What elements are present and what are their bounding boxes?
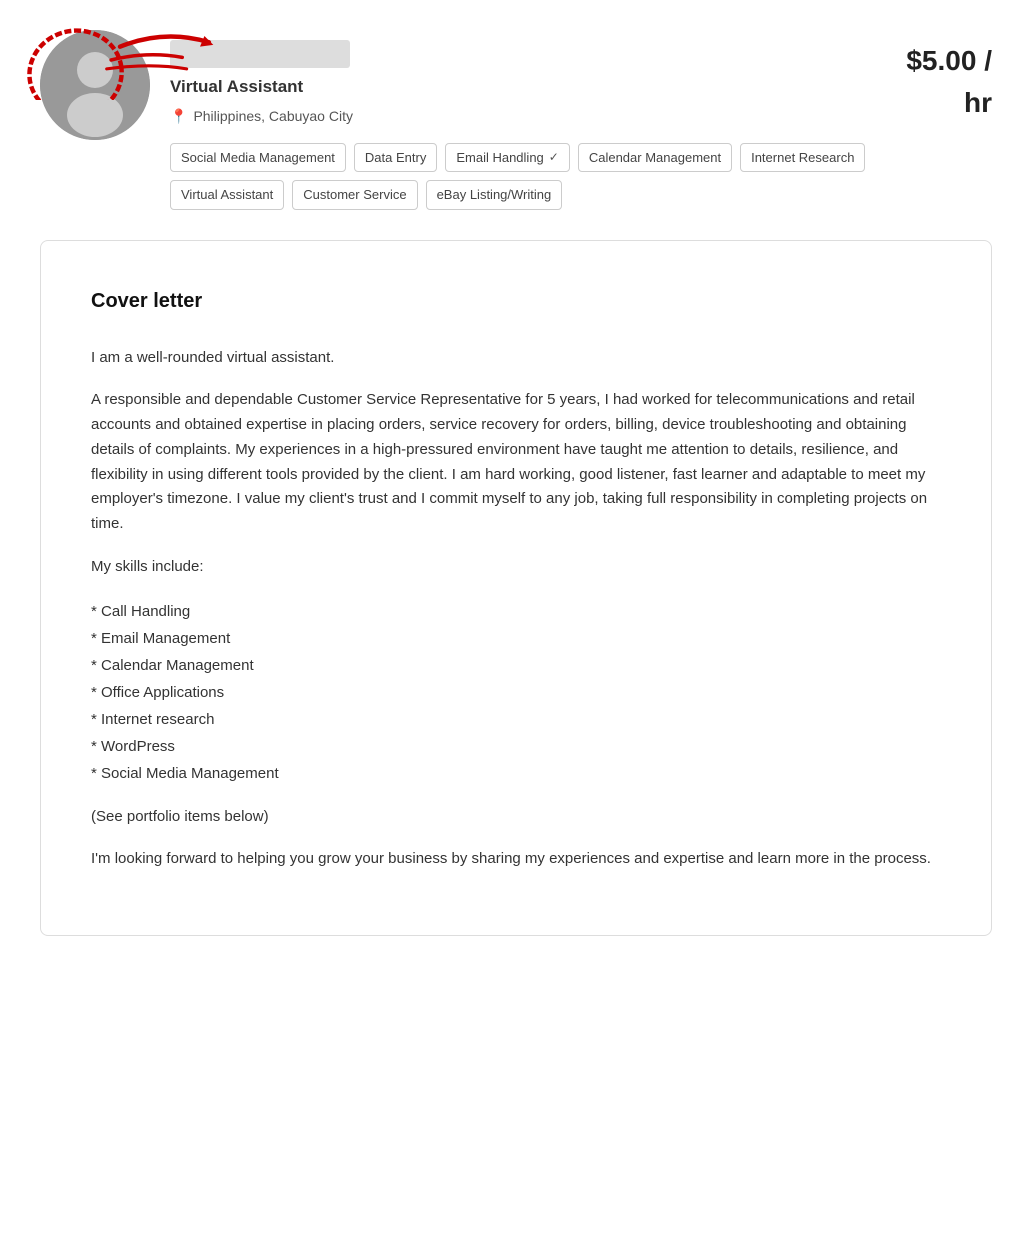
skill-tag: Virtual Assistant: [170, 180, 284, 210]
cover-letter-closing: I'm looking forward to helping you grow …: [91, 847, 941, 872]
profile-name-redacted: [170, 40, 350, 68]
rate-section: $5.00 / hr: [906, 30, 992, 124]
location-text: Philippines, Cabuyao City: [193, 106, 353, 127]
profile-location: 📍 Philippines, Cabuyao City: [170, 106, 906, 127]
skill-checkmark: ✓: [549, 148, 559, 166]
cover-letter-card: Cover letter I am a well-rounded virtual…: [40, 240, 992, 937]
skills-intro: My skills include:: [91, 555, 941, 580]
cover-letter-paragraph: A responsible and dependable Customer Se…: [91, 388, 941, 537]
cover-letter-title: Cover letter: [91, 286, 941, 316]
skills-list-item: Calendar Management: [91, 652, 941, 679]
avatar-container: [40, 30, 150, 140]
profile-title: Virtual Assistant: [170, 74, 906, 100]
skill-tag: Customer Service: [292, 180, 417, 210]
page-wrapper: Virtual Assistant 📍 Philippines, Cabuyao…: [0, 0, 1032, 966]
profile-info: Virtual Assistant 📍 Philippines, Cabuyao…: [170, 30, 906, 210]
skill-tag: Internet Research: [740, 143, 865, 173]
cover-letter-body: I am a well-rounded virtual assistant. A …: [91, 346, 941, 873]
skills-list-item: Internet research: [91, 706, 941, 733]
skill-tag: Social Media Management: [170, 143, 346, 173]
skill-tag: eBay Listing/Writing: [426, 180, 563, 210]
skill-tag: Calendar Management: [578, 143, 732, 173]
skills-list-item: Email Management: [91, 625, 941, 652]
skills-list: Call HandlingEmail ManagementCalendar Ma…: [91, 598, 941, 787]
skills-list-item: WordPress: [91, 733, 941, 760]
rate-value: $5.00 / hr: [906, 45, 992, 118]
skill-tag: Data Entry: [354, 143, 437, 173]
avatar: [40, 30, 150, 140]
cover-letter-paragraph: I am a well-rounded virtual assistant.: [91, 346, 941, 371]
profile-header: Virtual Assistant 📍 Philippines, Cabuyao…: [40, 30, 992, 210]
skills-row: Social Media Management Data Entry Email H…: [170, 143, 906, 210]
profile-left: Virtual Assistant 📍 Philippines, Cabuyao…: [40, 30, 906, 210]
skill-tag: Email Handling ✓: [445, 143, 570, 173]
skills-list-item: Social Media Management: [91, 760, 941, 787]
portfolio-note: (See portfolio items below): [91, 805, 941, 830]
location-icon: 📍: [170, 106, 187, 127]
skills-list-item: Call Handling: [91, 598, 941, 625]
skills-list-item: Office Applications: [91, 679, 941, 706]
